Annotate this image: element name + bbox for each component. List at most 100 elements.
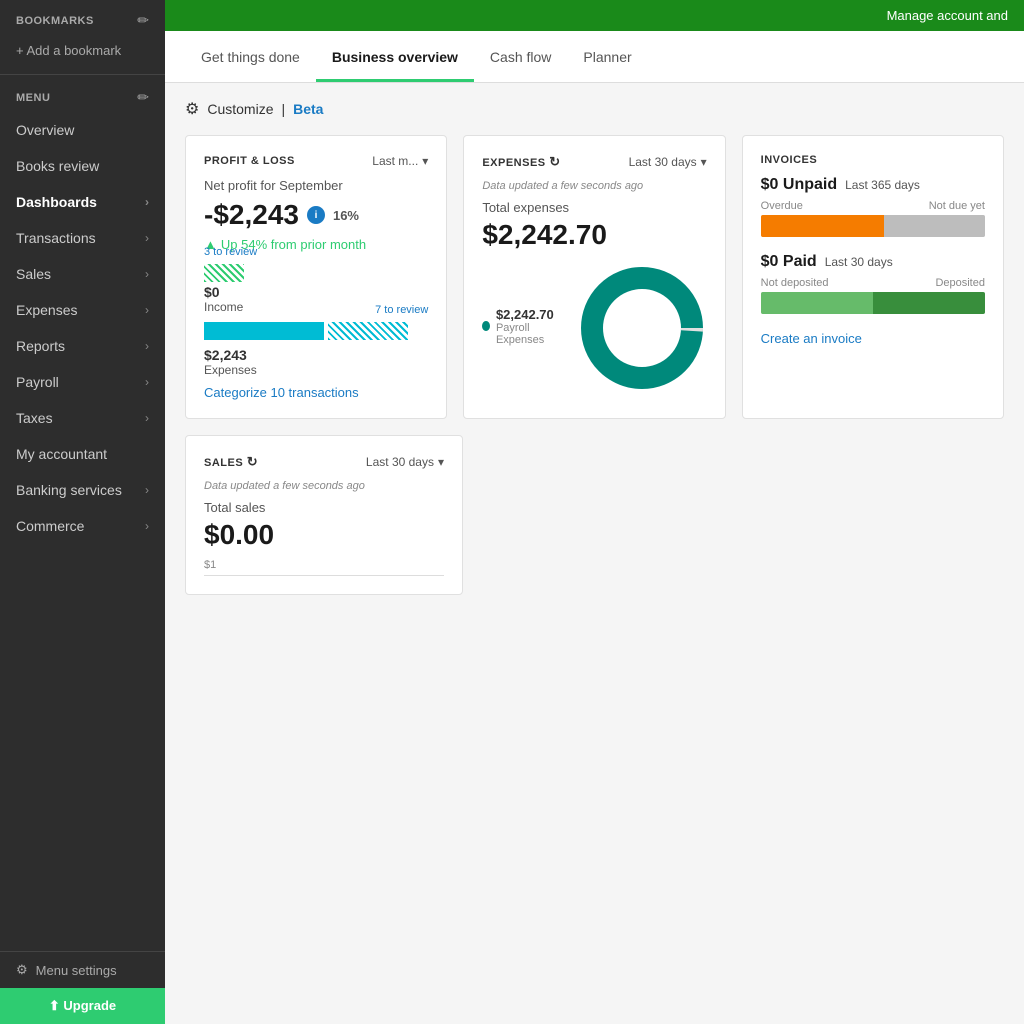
- invoices-unpaid-period: Last 365 days: [845, 178, 920, 192]
- overdue-bar: [761, 215, 884, 237]
- sales-axis-label: $1: [204, 559, 444, 571]
- expenses-subtitle: Total expenses: [482, 200, 706, 215]
- topbar-text: Manage account and: [887, 8, 1008, 23]
- cards-row-1: PROFIT & LOSS Last m... ▾ Net profit for…: [185, 135, 1004, 419]
- not-deposited-bar: [761, 292, 873, 314]
- invoices-unpaid-section: $0 Unpaid Last 365 days Overdue Not due …: [761, 176, 985, 237]
- sidebar-item-transactions[interactable]: Transactions ›: [0, 220, 165, 256]
- invoices-unpaid-row: $0 Unpaid Last 365 days: [761, 176, 985, 194]
- expenses-value: $2,242.70: [482, 219, 706, 251]
- tab-cash-flow[interactable]: Cash flow: [474, 31, 567, 82]
- chevron-icon: ›: [145, 303, 149, 317]
- categorize-link[interactable]: Categorize 10 transactions: [204, 385, 428, 400]
- chevron-icon: ›: [145, 339, 149, 353]
- legend-amount: $2,242.70: [496, 307, 561, 322]
- invoices-paid-amount: $0 Paid: [761, 253, 817, 271]
- menu-settings-button[interactable]: ⚙ Menu settings: [0, 952, 165, 988]
- refresh-icon[interactable]: ↻: [549, 154, 560, 170]
- customize-bar: ⚙ Customize | Beta: [185, 99, 1004, 119]
- sidebar-item-label: Overview: [16, 122, 74, 138]
- expenses-period: Last 30 days ▾: [629, 155, 707, 169]
- profit-loss-title: PROFIT & LOSS: [204, 155, 295, 167]
- not-due-label: Not due yet: [929, 200, 985, 212]
- invoices-paid-bar: [761, 292, 985, 314]
- chevron-icon: ›: [145, 267, 149, 281]
- expenses-dropdown[interactable]: ▾: [701, 155, 707, 169]
- chevron-icon: ›: [145, 195, 149, 209]
- sidebar-item-label: Banking services: [16, 482, 122, 498]
- sales-subtitle: Total sales: [204, 500, 444, 515]
- expenses-value: $2,243: [204, 347, 247, 363]
- menu-settings-label: Menu settings: [36, 963, 117, 978]
- expenses-updated: Data updated a few seconds ago: [482, 180, 706, 192]
- income-review-label[interactable]: 3 to review: [204, 246, 257, 258]
- chevron-icon: ›: [145, 231, 149, 245]
- expenses-bar-hatched: [328, 322, 408, 340]
- sidebar-item-label: Books review: [16, 158, 99, 174]
- sidebar-item-expenses[interactable]: Expenses ›: [0, 292, 165, 328]
- bookmarks-section: BOOKMARKS ✏: [0, 0, 165, 37]
- expenses-chart-area: $2,242.70 Payroll Expenses: [482, 263, 706, 393]
- edit-icon[interactable]: ✏: [137, 12, 149, 29]
- sidebar-item-payroll[interactable]: Payroll ›: [0, 364, 165, 400]
- not-deposited-label: Not deposited: [761, 277, 829, 289]
- sales-period: Last 30 days ▾: [366, 455, 444, 469]
- expenses-bar-container: 7 to review: [204, 322, 428, 345]
- sales-dropdown[interactable]: ▾: [438, 455, 444, 469]
- sidebar-item-commerce[interactable]: Commerce ›: [0, 508, 165, 544]
- expenses-bar-solid: [204, 322, 324, 340]
- sidebar-item-overview[interactable]: Overview: [0, 112, 165, 148]
- sales-title: SALES ↻: [204, 454, 258, 470]
- customize-beta[interactable]: Beta: [293, 101, 323, 117]
- sidebar-item-my-accountant[interactable]: My accountant: [0, 436, 165, 472]
- upgrade-button[interactable]: ⬆ Upgrade: [0, 988, 165, 1024]
- sidebar-item-reports[interactable]: Reports ›: [0, 328, 165, 364]
- sales-card: SALES ↻ Last 30 days ▾ Data updated a fe…: [185, 435, 463, 595]
- sidebar-item-label: Payroll: [16, 374, 59, 390]
- invoices-card: INVOICES $0 Unpaid Last 365 days Overdue…: [742, 135, 1004, 419]
- profit-loss-value: -$2,243 i 16%: [204, 199, 428, 231]
- sidebar-item-label: Commerce: [16, 518, 84, 534]
- bookmarks-title: BOOKMARKS: [16, 15, 94, 27]
- customize-label[interactable]: Customize: [207, 101, 273, 117]
- sidebar-item-banking-services[interactable]: Banking services ›: [0, 472, 165, 508]
- sales-header: SALES ↻ Last 30 days ▾: [204, 454, 444, 470]
- sidebar-item-books-review[interactable]: Books review: [0, 148, 165, 184]
- profit-loss-dropdown[interactable]: ▾: [422, 154, 428, 168]
- content-area: ⚙ Customize | Beta PROFIT & LOSS Last m.…: [165, 83, 1024, 1024]
- sales-value: $0.00: [204, 519, 444, 551]
- chevron-icon: ›: [145, 519, 149, 533]
- legend-dot: [482, 321, 490, 331]
- sidebar-item-label: Sales: [16, 266, 51, 282]
- expenses-header: EXPENSES ↻ Last 30 days ▾: [482, 154, 706, 170]
- tab-business-overview[interactable]: Business overview: [316, 31, 474, 82]
- invoices-paid-period: Last 30 days: [825, 255, 893, 269]
- sidebar: BOOKMARKS ✏ + Add a bookmark MENU ✏ Over…: [0, 0, 165, 1024]
- topbar: Manage account and: [165, 0, 1024, 31]
- sidebar-item-label: Transactions: [16, 230, 96, 246]
- sidebar-item-taxes[interactable]: Taxes ›: [0, 400, 165, 436]
- menu-edit-icon[interactable]: ✏: [137, 89, 149, 106]
- menu-title: MENU: [16, 92, 50, 104]
- expenses-legend: $2,242.70 Payroll Expenses: [482, 307, 560, 350]
- sidebar-item-label: Expenses: [16, 302, 77, 318]
- sidebar-item-label: My accountant: [16, 446, 107, 462]
- profit-loss-period: Last m... ▾: [372, 154, 428, 168]
- create-invoice-link[interactable]: Create an invoice: [761, 331, 862, 346]
- expenses-review-label[interactable]: 7 to review: [375, 304, 428, 316]
- profit-loss-subtitle: Net profit for September: [204, 178, 428, 193]
- sidebar-item-dashboards[interactable]: Dashboards ›: [0, 184, 165, 220]
- sidebar-item-sales[interactable]: Sales ›: [0, 256, 165, 292]
- sidebar-item-label: Taxes: [16, 410, 53, 426]
- invoices-title: INVOICES: [761, 154, 818, 166]
- add-bookmark-button[interactable]: + Add a bookmark: [0, 37, 165, 70]
- sales-updated: Data updated a few seconds ago: [204, 480, 444, 492]
- main-content: Manage account and Get things done Busin…: [165, 0, 1024, 1024]
- tab-planner[interactable]: Planner: [567, 31, 647, 82]
- profit-loss-card: PROFIT & LOSS Last m... ▾ Net profit for…: [185, 135, 447, 419]
- not-due-bar: [884, 215, 985, 237]
- tab-get-things-done[interactable]: Get things done: [185, 31, 316, 82]
- chevron-icon: ›: [145, 411, 149, 425]
- info-badge[interactable]: i: [307, 206, 325, 224]
- sales-refresh-icon[interactable]: ↻: [247, 454, 258, 470]
